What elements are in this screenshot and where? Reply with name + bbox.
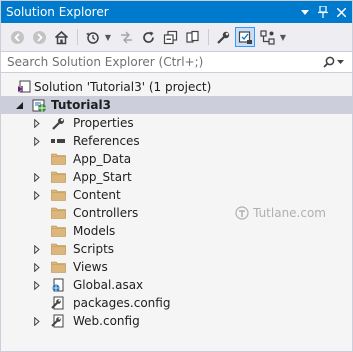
toolbar: ▼ ▼ xyxy=(1,23,352,51)
tree-item-project[interactable]: Tutorial3 xyxy=(1,96,352,114)
expanded-arrow-icon[interactable] xyxy=(14,96,24,114)
title-bar: Solution Explorer xyxy=(1,1,352,23)
solution-label: Solution 'Tutorial3' (1 project) xyxy=(34,80,212,94)
back-button[interactable] xyxy=(7,27,27,47)
tree-item-label: App_Data xyxy=(73,152,132,166)
search-input[interactable]: Search Solution Explorer (Ctrl+;) xyxy=(1,55,323,69)
preview-button[interactable] xyxy=(235,27,255,47)
folder-icon xyxy=(50,187,66,203)
properties-button[interactable] xyxy=(213,27,233,47)
window-title: Solution Explorer xyxy=(6,5,109,19)
search-icon[interactable] xyxy=(323,56,335,68)
collapsed-arrow-icon[interactable] xyxy=(32,276,42,294)
preview-icon xyxy=(238,30,252,44)
tree-item-label: Models xyxy=(73,224,116,238)
folder-icon xyxy=(50,241,66,257)
tree-item-content[interactable]: Content xyxy=(1,186,352,204)
history-dropdown-icon[interactable]: ▼ xyxy=(104,27,112,47)
toolbar-separator xyxy=(208,29,209,45)
folder-icon xyxy=(50,259,66,275)
config-file-icon xyxy=(50,313,66,329)
tree-item-label: packages.config xyxy=(73,296,171,310)
pin-icon[interactable] xyxy=(316,5,330,19)
search-options-dropdown-icon[interactable] xyxy=(337,60,344,64)
history-button[interactable] xyxy=(82,27,102,47)
asax-file-icon xyxy=(50,277,66,293)
collapse-all-icon xyxy=(163,30,177,44)
tree-item-references[interactable]: References xyxy=(1,132,352,150)
tree-item-properties[interactable]: Properties xyxy=(1,114,352,132)
forward-icon xyxy=(32,30,46,44)
tutlane-logo-icon xyxy=(235,206,249,220)
folder-icon xyxy=(50,205,66,221)
tree-item-label: App_Start xyxy=(73,170,132,184)
solution-explorer-window: Solution Explorer ▼ ▼ Search Solution Ex… xyxy=(0,0,353,352)
tree-item-label: Content xyxy=(73,188,121,202)
web-project-icon xyxy=(31,97,47,113)
tree-item-views[interactable]: Views xyxy=(1,258,352,276)
collapse-all-button[interactable] xyxy=(160,27,180,47)
folder-icon xyxy=(50,169,66,185)
folder-icon xyxy=(50,151,66,167)
collapsed-arrow-icon[interactable] xyxy=(32,258,42,276)
tree-item-label: Global.asax xyxy=(73,278,144,292)
tree-item-label: Properties xyxy=(73,116,134,130)
properties-icon xyxy=(216,31,229,44)
tree-item-models[interactable]: Models xyxy=(1,222,352,240)
tree-item-label: Controllers xyxy=(73,206,139,220)
refresh-button[interactable] xyxy=(138,27,158,47)
window-menu-dropdown-icon[interactable] xyxy=(298,5,312,19)
config-file-icon xyxy=(50,295,66,311)
watermark: Tutlane.com xyxy=(235,206,326,220)
toolbar-separator xyxy=(77,29,78,45)
solution-icon xyxy=(16,79,32,95)
collapsed-arrow-icon[interactable] xyxy=(32,312,42,330)
search-box[interactable]: Search Solution Explorer (Ctrl+;) xyxy=(1,51,352,73)
tree-item-app-data[interactable]: App_Data xyxy=(1,150,352,168)
view-button[interactable] xyxy=(257,27,277,47)
tree-item-label: Web.config xyxy=(73,314,140,328)
project-label: Tutorial3 xyxy=(51,98,111,112)
tree-item-global-asax[interactable]: Global.asax xyxy=(1,276,352,294)
watermark-text: Tutlane.com xyxy=(253,206,326,220)
sync-button[interactable] xyxy=(116,27,136,47)
show-all-files-icon xyxy=(185,30,199,43)
tree-item-web-config[interactable]: Web.config xyxy=(1,312,352,330)
view-icon xyxy=(259,29,275,45)
collapsed-arrow-icon[interactable] xyxy=(32,168,42,186)
tree-item-label: References xyxy=(73,134,140,148)
tree-item-label: Views xyxy=(73,260,108,274)
home-icon xyxy=(54,30,68,44)
collapsed-arrow-icon[interactable] xyxy=(32,240,42,258)
collapsed-arrow-icon[interactable] xyxy=(32,186,42,204)
collapsed-arrow-icon[interactable] xyxy=(32,114,42,132)
show-all-files-button[interactable] xyxy=(182,27,202,47)
tree-item-scripts[interactable]: Scripts xyxy=(1,240,352,258)
back-icon xyxy=(10,30,24,44)
tree-item-label: Scripts xyxy=(73,242,115,256)
tree-item-packages-config[interactable]: packages.config xyxy=(1,294,352,312)
tree-item-solution[interactable]: Solution 'Tutorial3' (1 project) xyxy=(1,78,352,96)
references-icon xyxy=(50,133,66,149)
wrench-icon xyxy=(50,115,66,131)
collapsed-arrow-icon[interactable] xyxy=(32,132,42,150)
refresh-icon xyxy=(142,31,154,43)
close-icon[interactable] xyxy=(334,5,348,19)
sync-icon xyxy=(120,31,132,43)
view-dropdown-icon[interactable]: ▼ xyxy=(279,27,287,47)
forward-button[interactable] xyxy=(29,27,49,47)
folder-icon xyxy=(50,223,66,239)
home-button[interactable] xyxy=(51,27,71,47)
history-icon xyxy=(85,31,99,44)
tree-item-app-start[interactable]: App_Start xyxy=(1,168,352,186)
